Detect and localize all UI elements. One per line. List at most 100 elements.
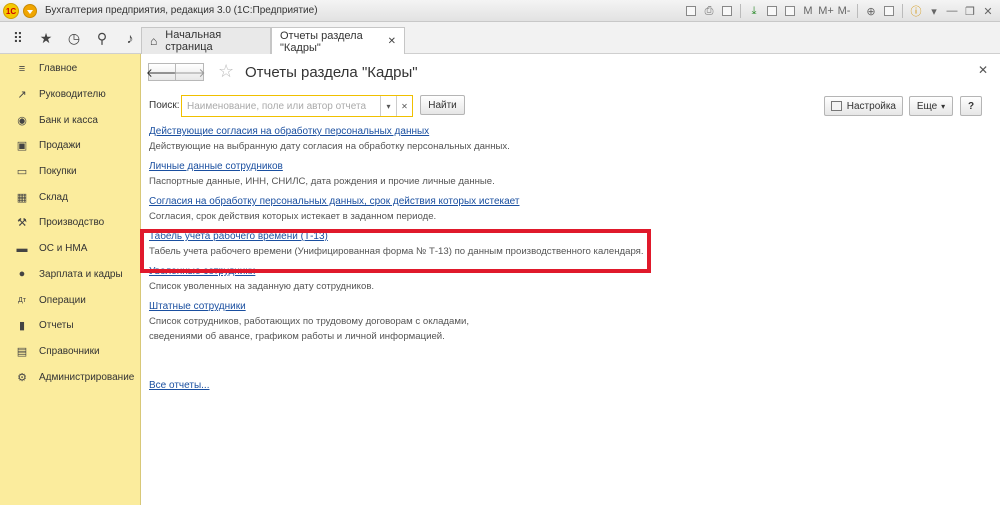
find-button[interactable]: Найти	[420, 95, 465, 115]
more-label: Еще	[916, 100, 938, 112]
sidebar-item-bank[interactable]: ◉ Банк и касса	[0, 107, 140, 133]
search-clear-icon[interactable]: ✕	[396, 96, 412, 116]
search-icon[interactable]: ⚲	[94, 30, 110, 46]
panels-icon[interactable]	[881, 3, 897, 19]
sales-icon: ▣	[16, 140, 28, 153]
print-icon[interactable]: ⎙	[701, 3, 717, 19]
close-window-icon[interactable]: ✕	[980, 3, 996, 19]
grid-icon[interactable]	[683, 3, 699, 19]
sidebar-item-label: Отчеты	[39, 320, 74, 332]
dropdown-arrow-icon: ▾	[941, 101, 946, 111]
sidebar-item-payroll[interactable]: ● Зарплата и кадры	[0, 262, 140, 288]
close-form-icon[interactable]: ✕	[978, 63, 988, 77]
report-link[interactable]: Согласия на обработку персональных данны…	[149, 194, 520, 209]
restore-icon[interactable]: ❐	[962, 3, 978, 19]
minimize-icon[interactable]: —	[944, 3, 960, 19]
history-icon[interactable]: ◷	[66, 30, 82, 46]
info-icon[interactable]: ⓘ	[908, 3, 924, 19]
tab-hr-reports[interactable]: Отчеты раздела "Кадры" ✕	[271, 27, 405, 55]
list-item: Личные данные сотрудников Паспортные дан…	[149, 159, 749, 189]
app-logo: 1С	[3, 2, 19, 19]
sidebar-item-fixed-assets[interactable]: ▬ ОС и НМА	[0, 236, 140, 262]
calculator-icon[interactable]	[764, 3, 780, 19]
sidebar-item-label: ОС и НМА	[39, 243, 88, 255]
separator	[902, 4, 903, 18]
zoom-icon[interactable]: ⊕	[863, 3, 879, 19]
report-description: Действующие на выбранную дату согласия н…	[149, 141, 510, 152]
separator	[857, 4, 858, 18]
report-link[interactable]: Штатные сотрудники	[149, 299, 246, 314]
sidebar-item-manager[interactable]: ↗ Руководителю	[0, 82, 140, 108]
sidebar-item-warehouse[interactable]: ▦ Склад	[0, 184, 140, 210]
cart-icon: ▭	[16, 166, 28, 179]
separator	[740, 4, 741, 18]
search-label: Поиск:	[149, 100, 180, 111]
sidebar-item-label: Склад	[39, 191, 68, 203]
report-description: Паспортные данные, ИНН, СНИЛС, дата рожд…	[149, 176, 495, 187]
tab-home[interactable]: ⌂ Начальная страница	[141, 27, 271, 54]
report-description: сведениями об авансе, графиком работы и …	[149, 331, 445, 342]
calendar-icon[interactable]	[782, 3, 798, 19]
favorite-star-icon[interactable]: ☆	[218, 61, 234, 82]
sidebar-item-label: Администрирование	[39, 371, 135, 383]
attach-icon[interactable]: ⤓	[746, 3, 762, 19]
forward-button[interactable]: 🡒	[173, 63, 206, 81]
window-title: Бухгалтерия предприятия, редакция 3.0 (1…	[45, 5, 318, 16]
sidebar-item-reports[interactable]: ▮ Отчеты	[0, 313, 140, 339]
sidebar-item-operations[interactable]: Дт Операции	[0, 287, 140, 313]
title-bar-tools: ⎙ ⤓ M M+ M- ⊕ ⓘ ▾ — ❐ ✕	[683, 3, 996, 19]
settings-button[interactable]: Настройка	[824, 96, 903, 116]
truck-icon: ▬	[16, 242, 28, 255]
more-button[interactable]: Еще ▾	[909, 96, 953, 116]
close-tab-icon[interactable]: ✕	[388, 36, 396, 47]
page-title: Отчеты раздела "Кадры"	[245, 64, 418, 81]
help-button[interactable]: ?	[960, 96, 982, 116]
report-description: Список сотрудников, работающих по трудов…	[149, 316, 469, 327]
report-description: Согласия, срок действия которых истекает…	[149, 211, 437, 222]
sidebar-item-label: Продажи	[39, 140, 81, 152]
navigation-row: ⠿ ★ ◷ ⚲ ♪ ⌂ Начальная страница Отчеты ра…	[0, 22, 1000, 55]
main-menu-button[interactable]	[23, 3, 37, 18]
sidebar-item-sales[interactable]: ▣ Продажи	[0, 133, 140, 159]
notifications-bell-icon[interactable]: ♪	[122, 30, 138, 46]
sidebar-item-label: Операции	[39, 294, 86, 306]
back-button[interactable]: 🡐	[146, 63, 178, 81]
sidebar-item-directories[interactable]: ▤ Справочники	[0, 339, 140, 365]
home-icon: ⌂	[150, 34, 158, 48]
report-description: Список уволенных на заданную дату сотруд…	[149, 281, 375, 292]
report-link[interactable]: Действующие согласия на обработку персон…	[149, 124, 429, 139]
sidebar-item-label: Справочники	[39, 345, 100, 357]
trend-icon: ↗	[17, 89, 27, 102]
sidebar-item-administration[interactable]: ⚙ Администрирование	[0, 364, 140, 390]
search-dropdown-icon[interactable]: ▾	[380, 96, 396, 116]
report-link[interactable]: Личные данные сотрудников	[149, 159, 283, 174]
settings-icon	[831, 101, 842, 111]
quick-nav: ⠿ ★ ◷ ⚲ ♪	[0, 22, 141, 54]
person-icon: ●	[18, 268, 26, 281]
list-item: Штатные сотрудники Список сотрудников, р…	[149, 299, 749, 344]
sidebar-item-production[interactable]: ⚒ Производство	[0, 210, 140, 236]
save-icon[interactable]	[719, 3, 735, 19]
m-icon[interactable]: M	[800, 3, 816, 19]
sidebar-item-main[interactable]: ≡ Главное	[0, 56, 140, 82]
search-input[interactable]	[182, 96, 380, 116]
title-bar: 1С Бухгалтерия предприятия, редакция 3.0…	[0, 0, 1000, 22]
tab-label: Начальная страница	[165, 29, 222, 53]
m-plus-icon[interactable]: M+	[818, 3, 834, 19]
history-nav: 🡐 🡒	[146, 63, 206, 81]
menu-lines-icon: ≡	[18, 62, 26, 75]
sidebar-item-label: Руководителю	[39, 89, 106, 101]
book-icon: ▤	[16, 345, 28, 358]
sidebar-item-purchases[interactable]: ▭ Покупки	[0, 159, 140, 185]
gear-icon: ⚙	[17, 371, 27, 384]
apps-grid-icon[interactable]: ⠿	[10, 30, 26, 46]
sidebar-item-label: Банк и касса	[39, 114, 98, 126]
dropdown-arrow-icon[interactable]: ▾	[926, 3, 942, 19]
favorites-star-icon[interactable]: ★	[38, 30, 54, 46]
m-minus-icon[interactable]: M-	[836, 3, 852, 19]
coin-icon: ◉	[17, 114, 27, 127]
sidebar-item-label: Покупки	[39, 166, 77, 178]
sidebar: ≡ Главное ↗ Руководителю ◉ Банк и касса ▣ Пр…	[0, 54, 141, 505]
all-reports-link[interactable]: Все отчеты...	[149, 380, 209, 391]
list-item: Действующие согласия на обработку персон…	[149, 124, 749, 154]
